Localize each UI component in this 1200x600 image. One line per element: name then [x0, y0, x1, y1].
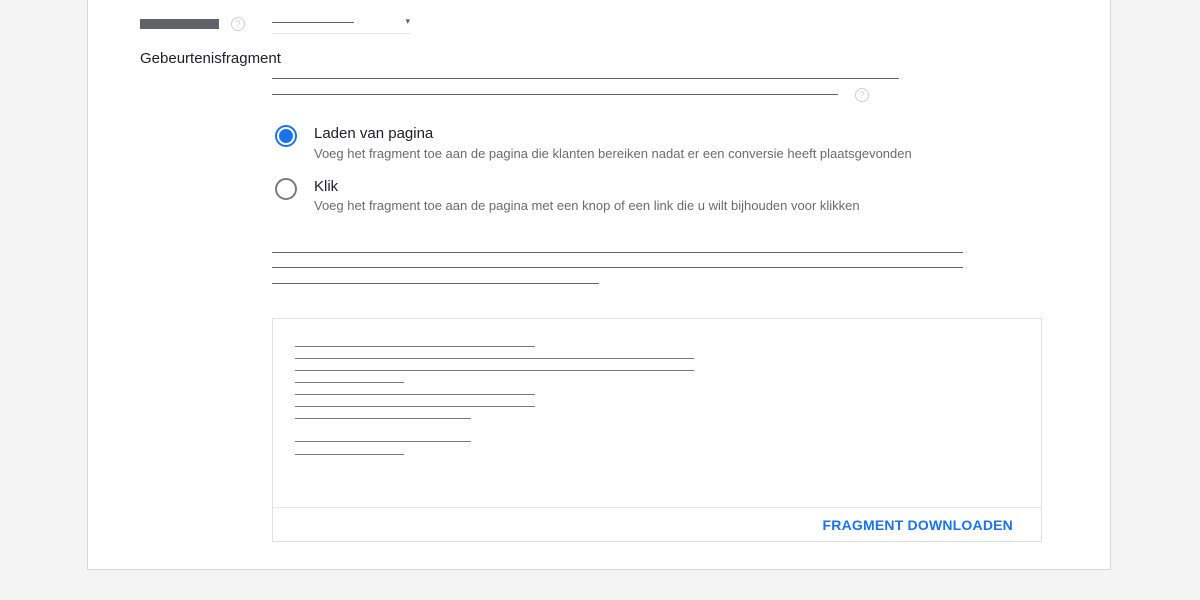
option-desc-page-load: Voeg het fragment toe aan de pagina die … — [314, 146, 912, 161]
option-title-click[interactable]: Klik — [314, 178, 338, 195]
code-line-redacted — [295, 358, 694, 359]
download-snippet-button[interactable]: FRAGMENT DOWNLOADEN — [823, 517, 1013, 533]
code-line-redacted — [295, 441, 471, 442]
select-value-redacted — [272, 22, 354, 23]
chevron-down-icon: ▾ — [405, 16, 410, 26]
radio-page-load[interactable] — [275, 125, 297, 147]
code-line-redacted — [295, 418, 471, 419]
code-line-redacted — [295, 394, 535, 395]
code-line-redacted — [295, 454, 404, 455]
dropdown-select[interactable]: ▾ — [272, 12, 410, 34]
code-line-redacted — [295, 382, 404, 383]
redacted-text-line — [272, 78, 899, 79]
field-label-redacted — [140, 19, 219, 29]
option-title-page-load[interactable]: Laden van pagina — [314, 125, 433, 142]
question-icon[interactable]: ? — [855, 88, 869, 102]
redacted-text-line — [272, 283, 599, 284]
redacted-text-line — [272, 267, 963, 268]
radio-click[interactable] — [275, 178, 297, 200]
redacted-text-line — [272, 252, 963, 253]
question-icon[interactable]: ? — [231, 17, 245, 31]
code-line-redacted — [295, 406, 535, 407]
section-title: Gebeurtenisfragment — [140, 50, 281, 67]
redacted-text-line — [272, 94, 838, 95]
code-line-redacted — [295, 370, 694, 371]
code-snippet-box: FRAGMENT DOWNLOADEN — [272, 318, 1042, 542]
option-desc-click: Voeg het fragment toe aan de pagina met … — [314, 198, 860, 213]
code-box-footer: FRAGMENT DOWNLOADEN — [273, 507, 1041, 542]
code-line-redacted — [295, 346, 535, 347]
